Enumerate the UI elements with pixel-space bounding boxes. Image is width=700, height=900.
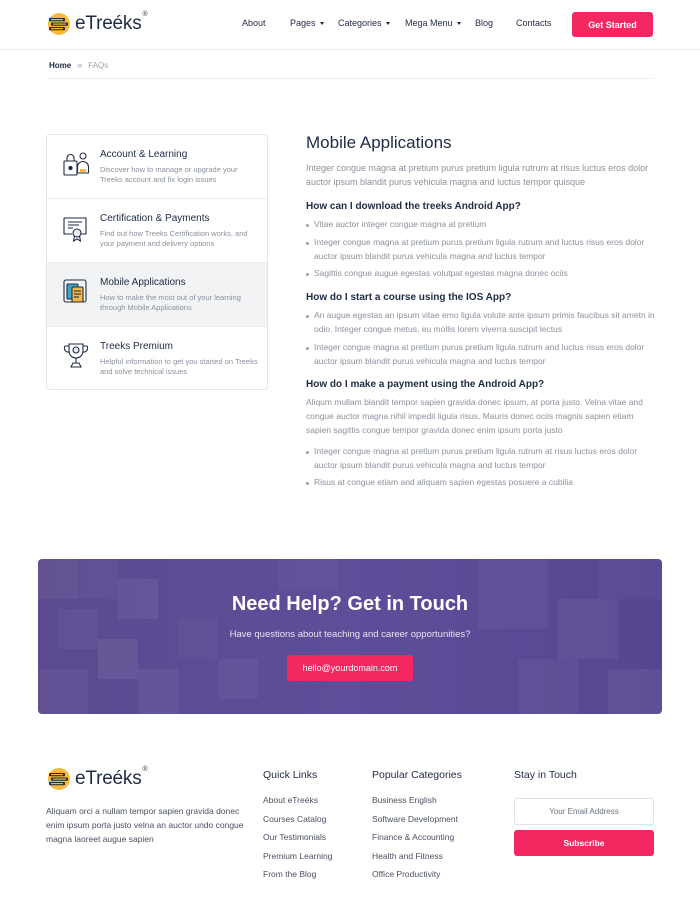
sidebar-item-title: Certification & Payments (100, 213, 210, 224)
footer-link[interactable]: Our Testimonials (263, 832, 332, 851)
footer-link[interactable]: From the Blog (263, 869, 332, 888)
subscribe-button[interactable]: Subscribe (514, 830, 654, 856)
contact-banner: Need Help? Get in Touch Have questions a… (38, 559, 662, 714)
site-logo[interactable]: eTreéks® (46, 11, 148, 36)
list-item: Risus at congue etiam and aliquam sapien… (306, 476, 656, 490)
sidebar-item-certification-payments[interactable]: Certification & Payments Find out how Tr… (47, 199, 267, 263)
sidebar-item-desc: Find out how Treeks Certification works,… (100, 229, 248, 248)
footer-link[interactable]: Office Productivity (372, 869, 462, 888)
faq-answer-list: An augue egestas an ipsum vitae emo ligu… (306, 309, 656, 368)
page-title: Mobile Applications (306, 133, 452, 152)
faq-question: How do I make a payment using the Androi… (306, 379, 545, 391)
breadcrumb-separator: » (77, 60, 83, 70)
chevron-down-icon (456, 21, 461, 25)
site-header: eTreéks® About Pages Categories Mega Men… (0, 0, 700, 50)
nav-about[interactable]: About (242, 18, 266, 28)
certificate-icon (63, 217, 87, 243)
nav-pages[interactable]: Pages (290, 18, 324, 28)
breadcrumb-home-link[interactable]: Home (49, 61, 71, 70)
footer-link[interactable]: Finance & Accounting (372, 832, 462, 851)
footer-quick-links: Quick Links About eTreéks Courses Catalo… (263, 769, 332, 888)
faq-category-sidebar: Account & Learning Discover how to manag… (46, 134, 268, 390)
faq-question: How do I start a course using the IOS Ap… (306, 292, 512, 304)
breadcrumb: Home » FAQs (49, 60, 108, 70)
footer-link[interactable]: About eTreéks (263, 795, 332, 814)
sidebar-item-mobile-applications[interactable]: Mobile Applications How to make the most… (47, 263, 267, 327)
footer-column-title: Popular Categories (372, 769, 462, 781)
newsletter-email-input[interactable] (514, 798, 654, 825)
nav-categories[interactable]: Categories (338, 18, 390, 28)
sidebar-item-desc: How to make the most out of your learnin… (100, 293, 241, 312)
footer-link[interactable]: Software Development (372, 814, 462, 833)
logo-books-icon (48, 768, 70, 790)
logo-text: eTreéks® (75, 11, 148, 34)
logo-books-icon (48, 13, 70, 35)
divider (46, 78, 654, 79)
sidebar-item-title: Treeks Premium (100, 341, 173, 352)
contact-email-button[interactable]: hello@yourdomain.com (287, 655, 413, 681)
footer-column-title: Quick Links (263, 769, 318, 781)
chevron-down-icon (385, 21, 390, 25)
list-item: Integer congue magna at pretium purus pr… (306, 341, 656, 369)
trophy-icon (63, 343, 89, 368)
account-learning-icon (63, 152, 90, 176)
list-item: Integer congue magna at pretium purus pr… (306, 445, 656, 473)
sidebar-item-title: Mobile Applications (100, 277, 186, 288)
mobile-app-icon (63, 279, 87, 303)
footer-popular-categories: Popular Categories Business English Soft… (372, 769, 462, 888)
banner-subtitle: Have questions about teaching and career… (229, 629, 471, 640)
faq-content: Mobile Applications Integer congue magna… (306, 133, 656, 501)
breadcrumb-current: FAQs (88, 60, 109, 70)
chevron-down-icon (319, 21, 324, 25)
banner-title: Need Help? Get in Touch (231, 593, 469, 615)
sidebar-item-desc: Helpful information to get you started o… (100, 357, 258, 376)
sidebar-item-title: Account & Learning (100, 149, 188, 160)
page-intro: Integer congue magna at pretium purus pr… (306, 163, 649, 187)
faq-question: How can I download the treeks Android Ap… (306, 201, 521, 212)
footer-logo[interactable]: eTreéks® (46, 766, 148, 791)
list-item: Sagittis congue augue egestas volutpat e… (306, 267, 656, 281)
footer-stay-in-touch: Stay in Touch (514, 769, 577, 795)
footer-link[interactable]: Courses Catalog (263, 814, 332, 833)
footer-link[interactable]: Health and Fitness (372, 851, 462, 870)
footer-about-text: Aliquam orci a nullam tempor sapien grav… (46, 806, 244, 844)
list-item: Vitae auctor integer congue magna at pre… (306, 218, 656, 232)
list-item: An augue egestas an ipsum vitae emo ligu… (306, 309, 656, 337)
list-item: Integer congue magna at pretium purus pr… (306, 236, 656, 264)
nav-mega-menu[interactable]: Mega Menu (405, 18, 461, 28)
footer-link[interactable]: Business English (372, 795, 462, 814)
sidebar-item-desc: Discover how to manage or upgrade your T… (100, 165, 238, 184)
nav-blog[interactable]: Blog (475, 18, 493, 28)
sidebar-item-account-learning[interactable]: Account & Learning Discover how to manag… (47, 135, 267, 199)
faq-answer-list: Vitae auctor integer congue magna at pre… (306, 218, 656, 281)
get-started-button[interactable]: Get Started (572, 12, 653, 37)
footer-column-title: Stay in Touch (514, 769, 577, 781)
faq-answer-paragraph: Aliqum mullam blandit tempor sapien grav… (306, 397, 643, 435)
faq-answer-list: Integer congue magna at pretium purus pr… (306, 445, 656, 490)
footer-link[interactable]: Premium Learning (263, 851, 332, 870)
nav-contacts[interactable]: Contacts (516, 18, 552, 28)
sidebar-item-treeks-premium[interactable]: Treeks Premium Helpful information to ge… (47, 327, 267, 389)
logo-text: eTreéks® (75, 766, 148, 789)
